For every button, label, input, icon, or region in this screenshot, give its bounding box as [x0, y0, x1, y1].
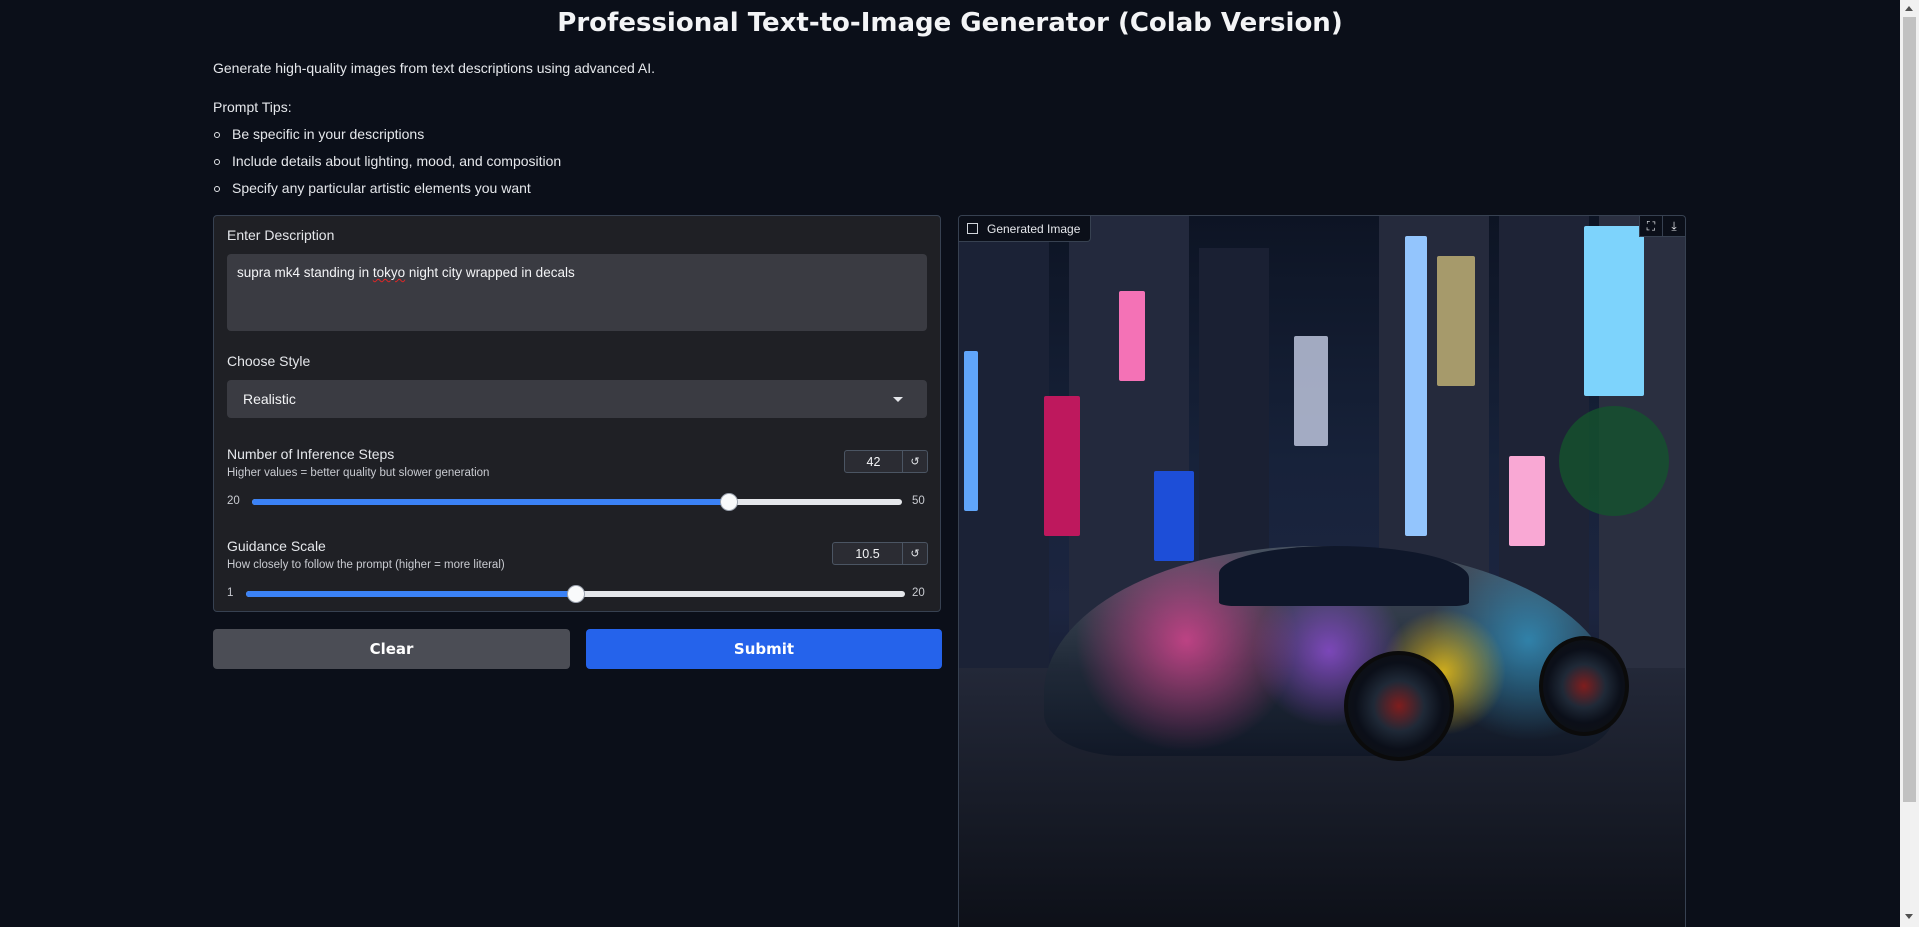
app-page: Professional Text-to-Image Generator (Co…	[0, 0, 1900, 927]
steps-min: 20	[227, 495, 240, 507]
download-icon[interactable]: ⤓	[1662, 216, 1685, 237]
fullscreen-icon[interactable]: ⛶	[1639, 216, 1662, 237]
steps-max: 50	[912, 495, 925, 507]
intro-text: Generate high-quality images from text d…	[213, 60, 656, 76]
guidance-info: How closely to follow the prompt (higher…	[227, 559, 505, 571]
generated-image-label-text: Generated Image	[987, 221, 1081, 236]
steps-value: 42	[866, 454, 881, 469]
image-icon	[967, 223, 978, 234]
tip-item: Include details about lighting, mood, an…	[213, 148, 561, 175]
reset-icon[interactable]: ↺	[902, 543, 927, 564]
steps-number-input[interactable]: 42 ↺	[844, 450, 928, 473]
description-label: Enter Description	[227, 227, 335, 243]
generated-image	[959, 216, 1685, 927]
tip-item: Be specific in your descriptions	[213, 121, 561, 148]
style-label: Choose Style	[227, 353, 311, 369]
input-panel: Enter Description supra mk4 standing in …	[213, 215, 941, 612]
guidance-slider-thumb[interactable]	[566, 585, 585, 603]
guidance-slider[interactable]	[246, 585, 905, 603]
guidance-value: 10.5	[855, 546, 880, 561]
scroll-down-arrow-icon[interactable]	[1905, 914, 1913, 919]
description-text-rest: night city wrapped in decals	[405, 265, 575, 280]
guidance-max: 20	[912, 587, 925, 599]
guidance-min: 1	[227, 587, 234, 599]
submit-button[interactable]: Submit	[586, 629, 942, 669]
guidance-label: Guidance Scale	[227, 538, 326, 554]
description-textarea[interactable]: supra mk4 standing in tokyo night city w…	[227, 254, 927, 331]
guidance-slider-fill	[246, 591, 576, 597]
steps-info: Higher values = better quality but slowe…	[227, 467, 490, 479]
clear-button[interactable]: Clear	[213, 629, 570, 669]
style-dropdown[interactable]: Realistic	[227, 380, 927, 418]
scroll-up-arrow-icon[interactable]	[1905, 6, 1913, 11]
image-toolbar: ⛶ ⤓	[1639, 216, 1685, 237]
vertical-scrollbar[interactable]	[1900, 0, 1919, 927]
description-text: supra mk4 standing in	[237, 265, 373, 280]
style-selected-value: Realistic	[243, 391, 296, 407]
tips-heading: Prompt Tips:	[213, 99, 292, 115]
steps-slider[interactable]	[252, 493, 902, 511]
reset-icon[interactable]: ↺	[902, 451, 927, 472]
generated-image-panel: Generated Image ⛶ ⤓	[958, 215, 1686, 927]
generated-image-label: Generated Image	[959, 216, 1092, 242]
tips-list: Be specific in your descriptions Include…	[213, 121, 561, 202]
page-title: Professional Text-to-Image Generator (Co…	[557, 8, 1343, 38]
steps-label: Number of Inference Steps	[227, 446, 395, 462]
scrollbar-thumb[interactable]	[1903, 17, 1916, 802]
steps-slider-fill	[252, 499, 729, 505]
tip-item: Specify any particular artistic elements…	[213, 175, 561, 202]
steps-slider-thumb[interactable]	[719, 493, 738, 511]
guidance-number-input[interactable]: 10.5 ↺	[832, 542, 928, 565]
misspelled-word: tokyo	[372, 265, 406, 280]
chevron-down-icon	[893, 397, 903, 402]
